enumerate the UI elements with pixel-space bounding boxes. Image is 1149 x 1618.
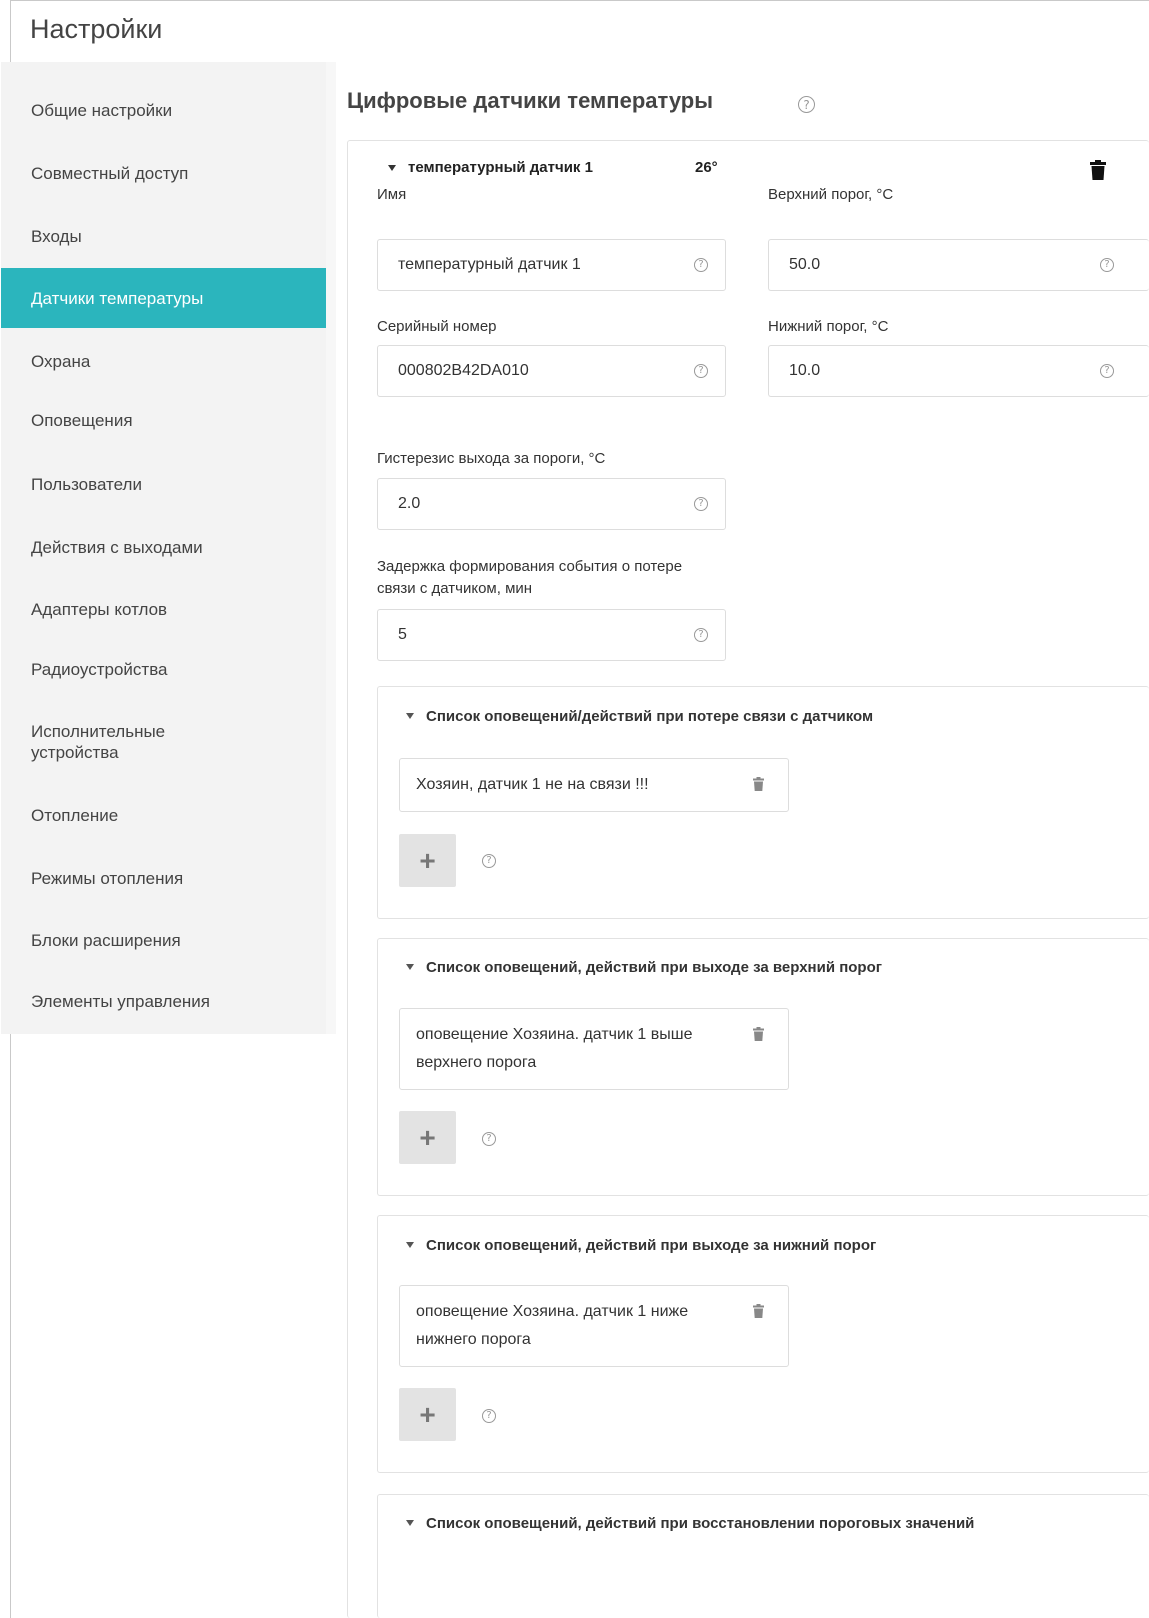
upper-action-item[interactable]: оповещение Хозяина. датчик 1 выше верхне…: [399, 1008, 789, 1090]
question-circle-icon[interactable]: ?: [482, 1132, 496, 1146]
trash-icon[interactable]: [753, 1304, 764, 1318]
page-title: Настройки: [30, 14, 163, 44]
caret-down-icon: [406, 713, 414, 719]
trash-icon[interactable]: [1090, 160, 1106, 180]
serial-label: Серийный номер: [377, 318, 497, 335]
sidebar-item-inputs[interactable]: Входы: [1, 216, 326, 256]
upper-threshold-input[interactable]: 50.0 ?: [768, 239, 1149, 291]
sidebar-item-security[interactable]: Охрана: [1, 341, 326, 381]
lower-actions-title: Список оповещений, действий при выходе з…: [426, 1237, 877, 1254]
sidebar-item-notifications[interactable]: Оповещения: [1, 400, 326, 440]
question-circle-icon[interactable]: ?: [694, 628, 708, 642]
name-input[interactable]: температурный датчик 1 ?: [377, 239, 726, 291]
caret-down-icon: [388, 164, 396, 171]
action-item-text: оповещение Хозяина. датчик 1 ниже нижнег…: [416, 1303, 689, 1348]
trash-icon[interactable]: [753, 777, 764, 791]
upper-actions-title: Список оповещений, действий при выходе з…: [426, 959, 882, 976]
serial-value: 000802B42DA010: [398, 362, 529, 379]
sidebar-item-output-actions[interactable]: Действия с выходами: [1, 527, 326, 567]
restore-actions-toggle[interactable]: Список оповещений, действий при восстано…: [406, 1512, 1066, 1536]
serial-input[interactable]: 000802B42DA010 ?: [377, 345, 726, 397]
upper-threshold-label: Верхний порог, °C: [768, 186, 894, 203]
lower-threshold-label: Нижний порог, °C: [768, 318, 889, 335]
lower-threshold-input[interactable]: 10.0 ?: [768, 345, 1149, 397]
question-circle-icon[interactable]: ?: [694, 364, 708, 378]
sidebar-item-actuators[interactable]: Исполнительные устройства: [1, 714, 211, 770]
sidebar-item-controls[interactable]: Элементы управления: [1, 981, 326, 1021]
sensor-name-header: температурный датчик 1: [408, 159, 593, 176]
lower-action-item[interactable]: оповещение Хозяина. датчик 1 ниже нижнег…: [399, 1285, 789, 1367]
caret-down-icon: [406, 1520, 414, 1526]
sidebar-item-temperature-sensors[interactable]: Датчики температуры: [1, 268, 326, 328]
sidebar-item-expansion-units[interactable]: Блоки расширения: [1, 920, 326, 960]
action-item-text: Хозяин, датчик 1 не на связи !!!: [416, 776, 649, 793]
caret-down-icon: [406, 964, 414, 970]
lower-actions-toggle[interactable]: Список оповещений, действий при выходе з…: [406, 1234, 876, 1258]
loss-actions-title: Список оповещений/действий при потере св…: [426, 708, 874, 725]
action-item-text: оповещение Хозяина. датчик 1 выше верхне…: [416, 1026, 693, 1071]
sidebar-item-users[interactable]: Пользователи: [1, 464, 326, 504]
hysteresis-input[interactable]: 2.0 ?: [377, 478, 726, 530]
trash-icon[interactable]: [753, 1027, 764, 1041]
hysteresis-value: 2.0: [398, 495, 421, 512]
sidebar-divider: [326, 62, 336, 1034]
delay-value: 5: [398, 626, 407, 643]
name-label: Имя: [377, 186, 407, 203]
question-circle-icon[interactable]: ?: [1100, 258, 1114, 272]
lower-threshold-value: 10.0: [789, 362, 821, 379]
question-circle-icon[interactable]: ?: [1100, 364, 1114, 378]
sidebar-item-boiler-adapters[interactable]: Адаптеры котлов: [1, 589, 326, 629]
add-action-button[interactable]: +: [399, 834, 456, 887]
add-action-button[interactable]: +: [399, 1388, 456, 1441]
caret-down-icon: [406, 1242, 414, 1248]
sensor-temperature: 26°: [695, 159, 718, 176]
delay-label: Задержка формирования события о потере с…: [377, 558, 683, 597]
restore-actions-title: Список оповещений, действий при восстано…: [426, 1515, 975, 1532]
sensor-header-toggle[interactable]: температурный датчик 1: [388, 159, 593, 176]
loss-action-item[interactable]: Хозяин, датчик 1 не на связи !!!: [399, 758, 789, 812]
question-circle-icon[interactable]: ?: [482, 854, 496, 868]
sidebar-item-heating[interactable]: Отопление: [1, 795, 326, 835]
loss-actions-toggle[interactable]: Список оповещений/действий при потере св…: [406, 705, 873, 729]
question-circle-icon[interactable]: ?: [482, 1409, 496, 1423]
upper-threshold-value: 50.0: [789, 256, 821, 273]
add-action-button[interactable]: +: [399, 1111, 456, 1164]
section-title: Цифровые датчики температуры: [347, 88, 713, 113]
sidebar-item-general[interactable]: Общие настройки: [1, 90, 326, 130]
delay-input[interactable]: 5 ?: [377, 609, 726, 661]
settings-sidebar: Общие настройки Совместный доступ Входы …: [1, 62, 326, 1034]
sidebar-item-radio-devices[interactable]: Радиоустройства: [1, 649, 326, 689]
hysteresis-label: Гистерезис выхода за пороги, °C: [377, 450, 606, 467]
name-value: температурный датчик 1: [398, 256, 581, 273]
question-circle-icon[interactable]: ?: [694, 497, 708, 511]
sidebar-item-sharing[interactable]: Совместный доступ: [1, 153, 326, 193]
sidebar-item-heating-modes[interactable]: Режимы отопления: [1, 858, 326, 898]
question-circle-icon[interactable]: ?: [694, 258, 708, 272]
question-circle-icon[interactable]: ?: [798, 96, 815, 113]
upper-actions-toggle[interactable]: Список оповещений, действий при выходе з…: [406, 956, 882, 980]
